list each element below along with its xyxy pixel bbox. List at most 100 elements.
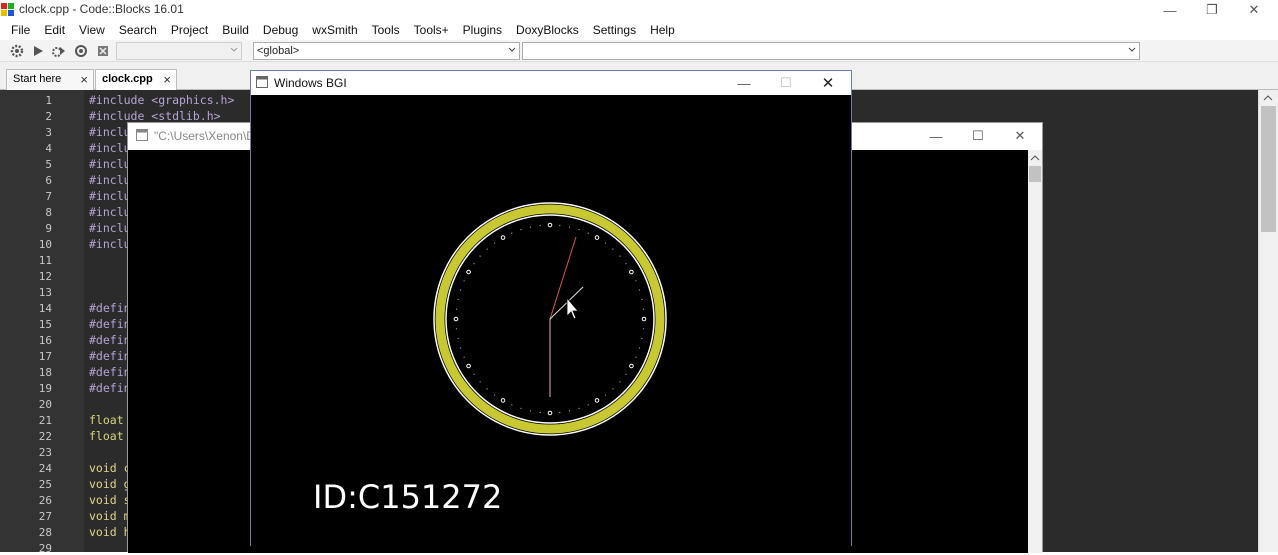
menu-plugins[interactable]: Plugins — [456, 23, 509, 37]
minute-marker — [539, 224, 541, 227]
minute-marker — [578, 407, 580, 409]
minute-marker — [457, 298, 459, 301]
maximize-icon: ☐ — [780, 75, 792, 90]
minute-marker — [559, 224, 561, 227]
menu-debug[interactable]: Debug — [256, 23, 305, 37]
code-line: #inclu — [89, 141, 131, 155]
line-number: 13 — [38, 286, 52, 299]
build-target-combo[interactable] — [116, 42, 242, 60]
code-line: void m — [89, 509, 131, 523]
line-number: 18 — [38, 366, 52, 379]
console-scrollbar[interactable] — [1028, 150, 1042, 553]
hour-marker — [500, 398, 506, 403]
close-icon[interactable]: ✕ — [1000, 126, 1040, 146]
stop-icon[interactable] — [96, 44, 110, 58]
minute-marker — [568, 226, 571, 228]
run-icon[interactable] — [31, 44, 45, 58]
line-number: 7 — [45, 190, 52, 203]
menu-tools[interactable]: Tools+ — [407, 23, 456, 37]
console-title: "C:\Users\Xenon\D — [154, 129, 255, 143]
code-line: #defin — [89, 381, 131, 395]
symbol-combo[interactable] — [522, 42, 1140, 60]
bgi-title-bar[interactable]: Windows BGI — ☐ ✕ — [251, 71, 851, 95]
minute-marker — [612, 248, 614, 250]
hour-marker — [500, 235, 506, 240]
menu-settings[interactable]: Settings — [586, 23, 643, 37]
line-number: 10 — [38, 238, 52, 251]
gear-icon[interactable] — [10, 44, 24, 58]
minute-marker — [486, 388, 488, 390]
line-number: 9 — [45, 222, 52, 235]
line-number: 12 — [38, 270, 52, 283]
code-line: #inclu — [89, 157, 131, 171]
line-number: 5 — [45, 158, 52, 171]
minimize-icon[interactable]: — — [724, 73, 764, 93]
menu-build[interactable]: Build — [215, 23, 256, 37]
menu-help[interactable]: Help — [643, 23, 682, 37]
minute-marker — [641, 298, 643, 301]
tab-start-here[interactable]: Start here × — [6, 69, 94, 90]
minute-marker — [604, 242, 606, 244]
hour-marker — [629, 363, 634, 369]
minute-marker — [460, 289, 462, 291]
bgi-window[interactable]: Windows BGI — ☐ ✕ ID:C151272 — [250, 70, 852, 546]
minimize-icon[interactable]: — — [1150, 0, 1190, 20]
line-number: 27 — [38, 510, 52, 523]
line-number: 8 — [45, 206, 52, 219]
editor-scrollbar-thumb[interactable] — [1261, 106, 1276, 232]
close-icon[interactable]: ✕ — [1234, 0, 1274, 20]
line-number: 24 — [38, 462, 52, 475]
maximize-icon[interactable]: ☐ — [958, 126, 998, 146]
menu-search[interactable]: Search — [112, 23, 164, 37]
minute-marker — [460, 347, 462, 349]
restore-icon[interactable]: ❐ — [1192, 0, 1232, 20]
console-scrollbar-thumb[interactable] — [1029, 166, 1041, 182]
hour-marker — [629, 269, 634, 275]
menu-file[interactable]: File — [4, 23, 37, 37]
build-run-icon[interactable] — [52, 44, 66, 58]
minute-marker — [479, 255, 481, 257]
chevron-down-icon — [230, 47, 238, 52]
scope-combo[interactable]: <global> — [253, 42, 520, 60]
editor-scrollbar[interactable] — [1258, 90, 1278, 552]
menu-view[interactable]: View — [72, 23, 112, 37]
minute-marker — [520, 407, 522, 409]
minute-marker — [539, 411, 541, 414]
code-line: #inclu — [89, 189, 131, 203]
rebuild-icon[interactable] — [74, 44, 88, 58]
minute-marker — [473, 263, 475, 265]
code-line: #inclu — [89, 125, 131, 139]
close-icon[interactable]: ✕ — [808, 73, 848, 93]
minute-marker — [587, 404, 589, 406]
menu-project[interactable]: Project — [164, 23, 215, 37]
chevron-up-icon[interactable] — [1263, 94, 1273, 102]
tab-clock-cpp[interactable]: clock.cpp × — [95, 69, 177, 90]
line-number: 22 — [38, 430, 52, 443]
menu-wxsmith[interactable]: wxSmith — [305, 23, 364, 37]
minute-marker — [473, 373, 475, 375]
code-line: #inclu — [89, 237, 131, 251]
line-number: 25 — [38, 478, 52, 491]
code-line: #defin — [89, 365, 131, 379]
close-icon[interactable]: × — [163, 72, 171, 87]
menu-doxyblocks[interactable]: DoxyBlocks — [509, 23, 586, 37]
close-icon[interactable]: × — [80, 72, 88, 87]
minute-marker — [619, 255, 621, 257]
menu-tools[interactable]: Tools — [365, 23, 407, 37]
minute-marker — [619, 381, 621, 383]
code-line: void s — [89, 493, 131, 507]
line-number: 11 — [38, 254, 52, 267]
chevron-up-icon[interactable] — [1030, 154, 1040, 162]
chevron-down-icon — [1128, 47, 1136, 52]
minimize-icon[interactable]: — — [916, 126, 956, 146]
hour-marker — [547, 222, 553, 228]
line-number: 1 — [45, 94, 52, 107]
minute-marker — [638, 289, 640, 291]
minute-marker — [559, 411, 561, 414]
line-number: 19 — [38, 382, 52, 395]
minute-marker — [463, 356, 465, 358]
hour-marker — [466, 363, 471, 369]
minute-marker — [635, 356, 637, 358]
menu-edit[interactable]: Edit — [37, 23, 72, 37]
code-line: float — [89, 413, 124, 427]
